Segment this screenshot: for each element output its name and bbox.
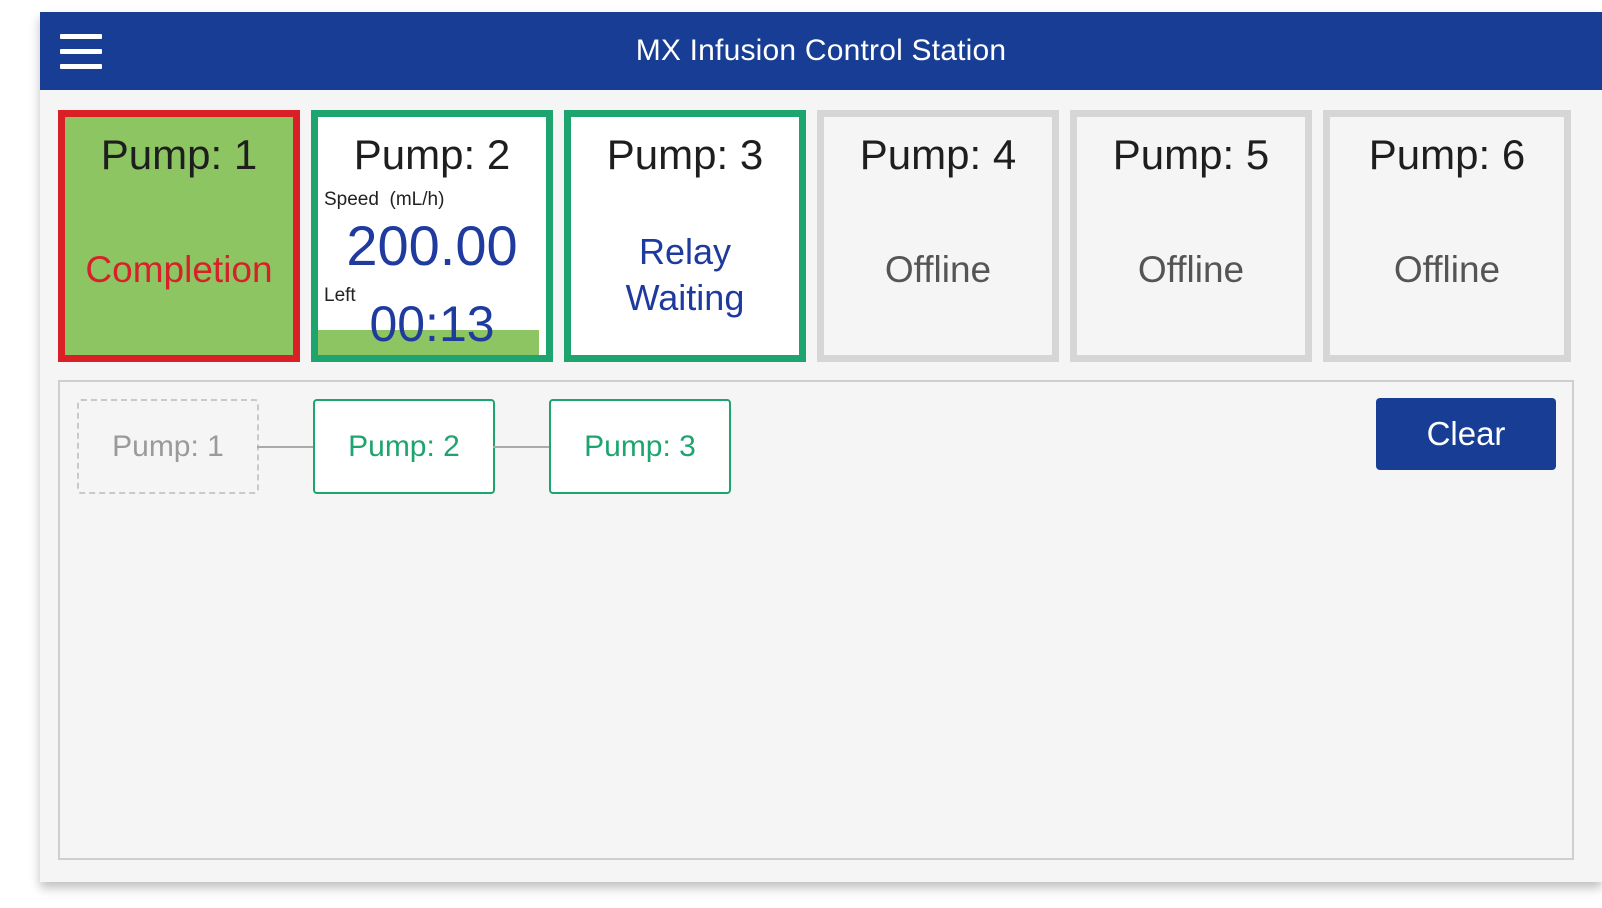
- relay-connector: [257, 446, 313, 448]
- pump-status: Completion: [85, 249, 273, 290]
- clear-button[interactable]: Clear: [1376, 398, 1556, 470]
- speed-label: Speed (mL/h): [324, 189, 445, 210]
- relay-node-pump-1[interactable]: Pump: 1: [77, 399, 259, 494]
- pump-name: Pump: 1: [100, 131, 258, 178]
- pump-card-5[interactable]: Pump: 5 Offline: [1070, 110, 1312, 362]
- pump-card-1[interactable]: Pump: 1 Completion: [58, 110, 300, 362]
- pump-card-4[interactable]: Pump: 4 Offline: [817, 110, 1059, 362]
- pump-name: Pump: 5: [1112, 131, 1270, 178]
- pump-status: Offline: [1393, 249, 1501, 290]
- pump-status: Relay Waiting: [571, 229, 799, 321]
- pump-status-line-1: Relay: [638, 231, 732, 272]
- pump-name: Pump: 2: [353, 131, 511, 178]
- relay-chain-panel: Pump: 1 Pump: 2 Pump: 3 Clear: [58, 380, 1574, 860]
- relay-node-pump-2[interactable]: Pump: 2: [313, 399, 495, 494]
- pump-name: Pump: 4: [859, 131, 1017, 178]
- time-left-value: 00:13: [369, 296, 495, 352]
- relay-node-pump-3[interactable]: Pump: 3: [549, 399, 731, 494]
- app-title: MX Infusion Control Station: [635, 34, 1007, 67]
- app-header: MX Infusion Control Station: [40, 12, 1602, 90]
- pump-name: Pump: 3: [606, 131, 764, 178]
- pump-card-2[interactable]: Pump: 2 Speed (mL/h) 200.00 Left 00:13: [311, 110, 553, 362]
- pump-name: Pump: 6: [1368, 131, 1526, 178]
- relay-connector: [493, 446, 549, 448]
- pump-status: Offline: [1137, 249, 1245, 290]
- speed-value: 200.00: [346, 214, 518, 277]
- pump-card-3[interactable]: Pump: 3 Relay Waiting: [564, 110, 806, 362]
- pump-card-6[interactable]: Pump: 6 Offline: [1323, 110, 1571, 362]
- pump-status: Offline: [884, 249, 992, 290]
- pump-status-line-2: Waiting: [625, 277, 745, 318]
- device-screen: MX Infusion Control Station Pump: 1 Comp…: [40, 12, 1602, 882]
